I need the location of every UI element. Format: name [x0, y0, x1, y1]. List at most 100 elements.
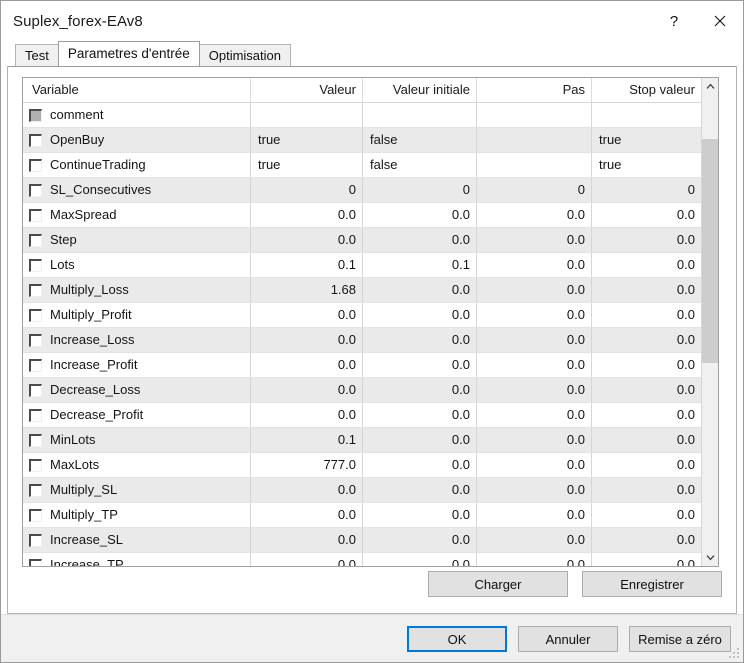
- stop-value-cell[interactable]: 0.0: [592, 378, 701, 402]
- tab-parametres-d-entree[interactable]: Parametres d'entrée: [58, 41, 200, 66]
- value-cell[interactable]: 0.0: [251, 503, 363, 527]
- initial-value-cell[interactable]: false: [363, 153, 477, 177]
- table-row[interactable]: comment: [23, 103, 701, 128]
- charger-button[interactable]: Charger: [428, 571, 568, 597]
- value-cell[interactable]: 0.0: [251, 203, 363, 227]
- value-cell[interactable]: 0.0: [251, 353, 363, 377]
- table-row[interactable]: Multiply_Loss1.680.00.00.0: [23, 278, 701, 303]
- table-row[interactable]: Decrease_Profit0.00.00.00.0: [23, 403, 701, 428]
- checkbox-sl_consecutives[interactable]: [29, 184, 42, 197]
- enregistrer-button[interactable]: Enregistrer: [582, 571, 722, 597]
- step-cell[interactable]: 0.0: [477, 203, 592, 227]
- checkbox-increase_sl[interactable]: [29, 534, 42, 547]
- step-cell[interactable]: [477, 128, 592, 152]
- initial-value-cell[interactable]: 0.0: [363, 228, 477, 252]
- value-cell[interactable]: 0.1: [251, 428, 363, 452]
- checkbox-decrease_loss[interactable]: [29, 384, 42, 397]
- initial-value-cell[interactable]: 0.0: [363, 203, 477, 227]
- checkbox-decrease_profit[interactable]: [29, 409, 42, 422]
- initial-value-cell[interactable]: 0.0: [363, 403, 477, 427]
- checkbox-lots[interactable]: [29, 259, 42, 272]
- initial-value-cell[interactable]: 0.0: [363, 528, 477, 552]
- value-cell[interactable]: 0.0: [251, 528, 363, 552]
- checkbox-multiply_loss[interactable]: [29, 284, 42, 297]
- value-cell[interactable]: true: [251, 128, 363, 152]
- table-row[interactable]: Decrease_Loss0.00.00.00.0: [23, 378, 701, 403]
- stop-value-cell[interactable]: 0.0: [592, 528, 701, 552]
- stop-value-cell[interactable]: 0.0: [592, 478, 701, 502]
- column-header-variable[interactable]: Variable: [23, 78, 251, 102]
- step-cell[interactable]: [477, 103, 592, 127]
- checkbox-comment[interactable]: [29, 109, 42, 122]
- value-cell[interactable]: 0.0: [251, 403, 363, 427]
- checkbox-maxspread[interactable]: [29, 209, 42, 222]
- value-cell[interactable]: 1.68: [251, 278, 363, 302]
- step-cell[interactable]: 0.0: [477, 303, 592, 327]
- close-button[interactable]: [697, 1, 743, 41]
- stop-value-cell[interactable]: 0.0: [592, 278, 701, 302]
- initial-value-cell[interactable]: 0.0: [363, 278, 477, 302]
- column-header-valeur-initiale[interactable]: Valeur initiale: [363, 78, 477, 102]
- checkbox-continuetrading[interactable]: [29, 159, 42, 172]
- initial-value-cell[interactable]: 0: [363, 178, 477, 202]
- table-row[interactable]: MinLots0.10.00.00.0: [23, 428, 701, 453]
- table-row[interactable]: SL_Consecutives0000: [23, 178, 701, 203]
- help-button[interactable]: ?: [651, 1, 697, 41]
- table-row[interactable]: Multiply_TP0.00.00.00.0: [23, 503, 701, 528]
- value-cell[interactable]: 0.0: [251, 378, 363, 402]
- scroll-up-button[interactable]: [702, 78, 719, 95]
- step-cell[interactable]: 0.0: [477, 478, 592, 502]
- table-row[interactable]: Multiply_Profit0.00.00.00.0: [23, 303, 701, 328]
- step-cell[interactable]: 0.0: [477, 503, 592, 527]
- step-cell[interactable]: 0.0: [477, 328, 592, 352]
- tab-optimisation[interactable]: Optimisation: [199, 44, 291, 66]
- initial-value-cell[interactable]: 0.0: [363, 553, 477, 566]
- stop-value-cell[interactable]: 0.0: [592, 428, 701, 452]
- step-cell[interactable]: 0.0: [477, 553, 592, 566]
- initial-value-cell[interactable]: 0.0: [363, 328, 477, 352]
- initial-value-cell[interactable]: 0.0: [363, 453, 477, 477]
- checkbox-increase_loss[interactable]: [29, 334, 42, 347]
- value-cell[interactable]: 0: [251, 178, 363, 202]
- step-cell[interactable]: 0.0: [477, 228, 592, 252]
- checkbox-multiply_profit[interactable]: [29, 309, 42, 322]
- step-cell[interactable]: 0.0: [477, 353, 592, 377]
- scroll-thumb[interactable]: [702, 139, 719, 363]
- table-row[interactable]: Increase_Loss0.00.00.00.0: [23, 328, 701, 353]
- initial-value-cell[interactable]: [363, 103, 477, 127]
- initial-value-cell[interactable]: false: [363, 128, 477, 152]
- value-cell[interactable]: [251, 103, 363, 127]
- initial-value-cell[interactable]: 0.0: [363, 303, 477, 327]
- initial-value-cell[interactable]: 0.0: [363, 353, 477, 377]
- initial-value-cell[interactable]: 0.1: [363, 253, 477, 277]
- initial-value-cell[interactable]: 0.0: [363, 378, 477, 402]
- step-cell[interactable]: 0.0: [477, 528, 592, 552]
- step-cell[interactable]: 0: [477, 178, 592, 202]
- step-cell[interactable]: [477, 153, 592, 177]
- table-row[interactable]: Increase_TP0.00.00.00.0: [23, 553, 701, 566]
- checkbox-multiply_tp[interactable]: [29, 509, 42, 522]
- table-row[interactable]: OpenBuytruefalsetrue: [23, 128, 701, 153]
- grid-vertical-scrollbar[interactable]: [701, 78, 718, 566]
- table-row[interactable]: ContinueTradingtruefalsetrue: [23, 153, 701, 178]
- initial-value-cell[interactable]: 0.0: [363, 428, 477, 452]
- resize-grip-icon[interactable]: [729, 648, 740, 659]
- stop-value-cell[interactable]: true: [592, 153, 701, 177]
- checkbox-step[interactable]: [29, 234, 42, 247]
- value-cell[interactable]: true: [251, 153, 363, 177]
- step-cell[interactable]: 0.0: [477, 428, 592, 452]
- value-cell[interactable]: 0.0: [251, 328, 363, 352]
- tab-test[interactable]: Test: [15, 44, 59, 66]
- value-cell[interactable]: 0.0: [251, 478, 363, 502]
- checkbox-minlots[interactable]: [29, 434, 42, 447]
- stop-value-cell[interactable]: 0.0: [592, 453, 701, 477]
- column-header-pas[interactable]: Pas: [477, 78, 592, 102]
- stop-value-cell[interactable]: 0.0: [592, 553, 701, 566]
- step-cell[interactable]: 0.0: [477, 278, 592, 302]
- cancel-button[interactable]: Annuler: [518, 626, 618, 652]
- table-row[interactable]: Increase_SL0.00.00.00.0: [23, 528, 701, 553]
- scroll-down-button[interactable]: [702, 549, 719, 566]
- initial-value-cell[interactable]: 0.0: [363, 503, 477, 527]
- checkbox-openbuy[interactable]: [29, 134, 42, 147]
- value-cell[interactable]: 0.1: [251, 253, 363, 277]
